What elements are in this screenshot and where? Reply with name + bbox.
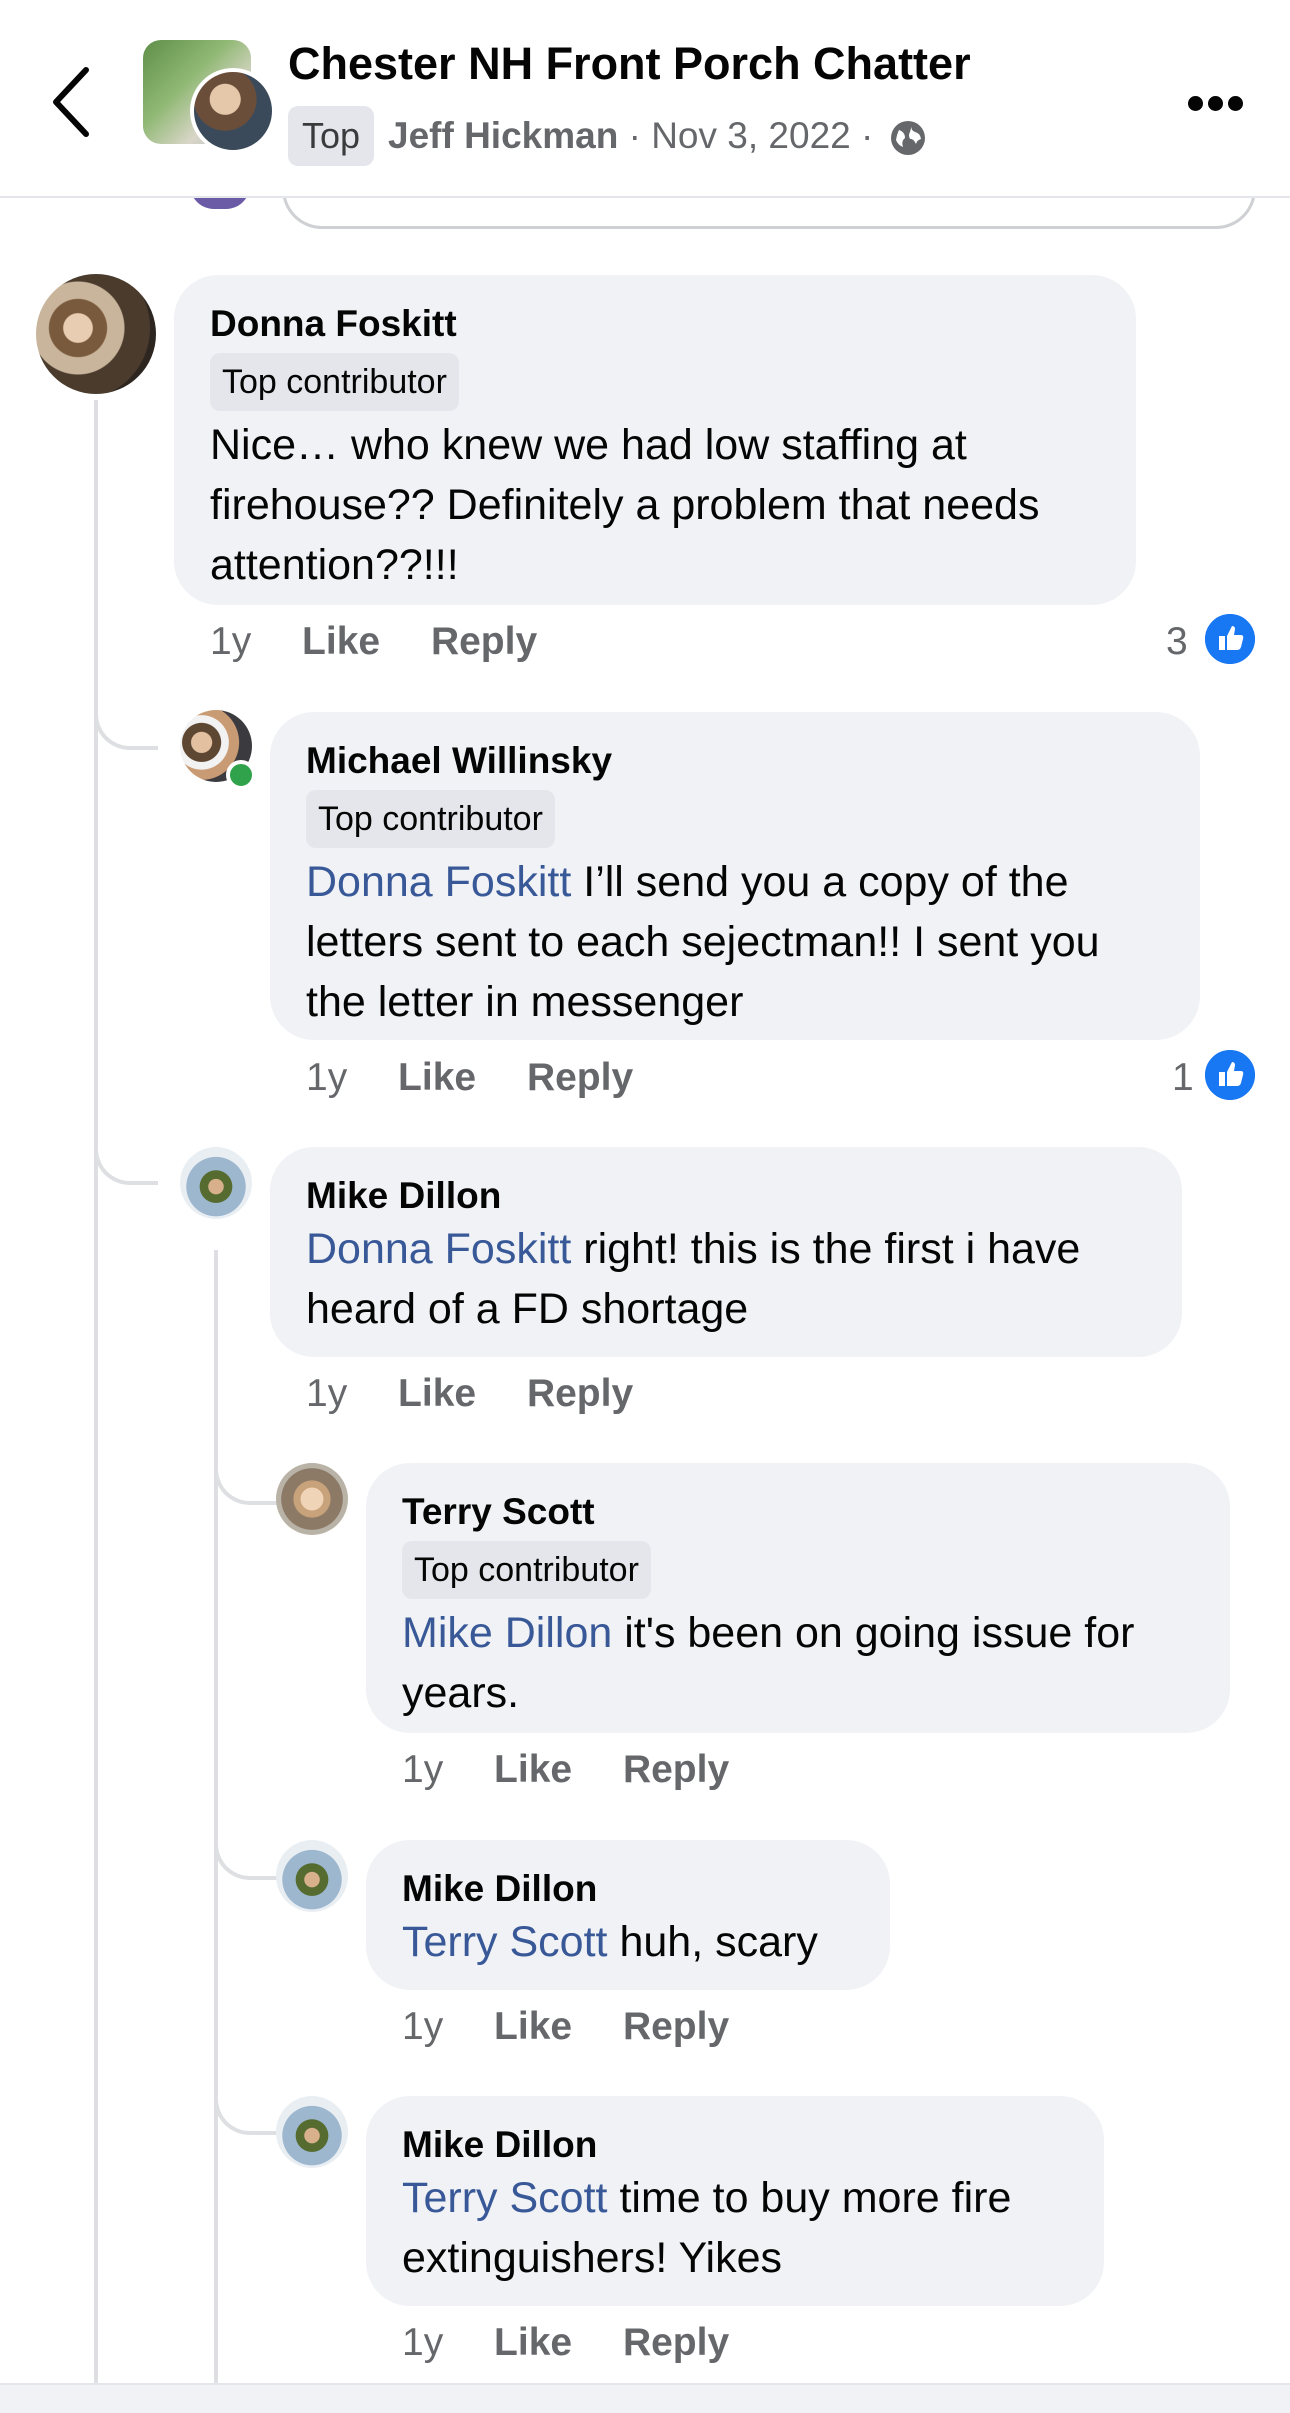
comment-bubble: Mike Dillon Donna Foskitt right! this is… [270,1147,1182,1357]
thread-connector [94,700,158,750]
author-name[interactable]: Jeff Hickman [388,115,618,156]
commenter-name[interactable]: Donna Foskitt [210,301,1100,347]
comment-time: 1y [402,2321,444,2364]
top-badge: Top [288,106,375,166]
comment-time: 1y [402,1748,444,1791]
like-reaction-icon[interactable] [1202,611,1258,667]
comment-bubble: Mike Dillon Terry Scott huh, scary [366,1840,890,1990]
comment-time: 1y [306,1372,348,1415]
reaction-count[interactable]: 1 [1172,1056,1194,1100]
avatar[interactable] [36,274,156,394]
comment-text: Terry Scott huh, scary [402,1918,818,1966]
commenter-name[interactable]: Mike Dillon [402,2122,1068,2168]
avatar[interactable] [180,1147,252,1219]
thread-connector [214,2085,280,2135]
comment-actions: 1y Like Reply [306,1372,673,1416]
reply-button[interactable]: Reply [527,1372,633,1415]
comment-actions: 1y Like Reply [306,1056,673,1100]
post-header: Chester NH Front Porch Chatter Top Jeff … [0,0,1290,198]
comment-actions: 1y Like Reply [210,620,577,664]
reply-button[interactable]: Reply [623,1748,729,1791]
comment-bubble: Donna Foskitt Top contributor Nice… who … [174,275,1136,605]
post-date: · Nov 3, 2022 · [628,115,874,156]
group-name[interactable]: Chester NH Front Porch Chatter [288,38,971,90]
comment-time: 1y [210,620,252,663]
comment-text: Nice… who knew we had low staffing at fi… [210,421,1040,589]
avatar[interactable] [276,1463,348,1535]
comment-time: 1y [306,1056,348,1099]
like-button[interactable]: Like [494,2321,572,2364]
thread-connector [214,1830,280,1880]
comment-actions: 1y Like Reply [402,2005,769,2049]
like-reaction-icon[interactable] [1202,1047,1258,1103]
reply-button[interactable]: Reply [623,2321,729,2364]
mention-link[interactable]: Donna Foskitt [306,1225,571,1273]
comment-actions: 1y Like Reply [402,2321,769,2365]
mention-link[interactable]: Terry Scott [402,1918,608,1966]
commenter-name[interactable]: Michael Willinsky [306,738,1164,784]
reply-button[interactable]: Reply [527,1056,633,1099]
like-button[interactable]: Like [494,2005,572,2048]
online-status-indicator [226,760,256,790]
top-contributor-badge: Top contributor [402,1541,651,1599]
author-avatar[interactable] [190,68,276,154]
comment-actions: 1y Like Reply [402,1748,769,1792]
back-arrow-icon[interactable] [48,64,98,140]
thread-line [94,400,98,2383]
top-contributor-badge: Top contributor [306,790,555,848]
comment-bubble: Terry Scott Top contributor Mike Dillon … [366,1463,1230,1733]
thread-connector [94,1135,158,1185]
mention-link[interactable]: Donna Foskitt [306,858,571,906]
post-meta: Jeff Hickman · Nov 3, 2022 · [388,108,926,164]
like-button[interactable]: Like [302,620,380,663]
like-button[interactable]: Like [398,1372,476,1415]
mention-link[interactable]: Terry Scott [402,2174,608,2222]
comment-text: Donna Foskitt I’ll send you a copy of th… [306,858,1100,1026]
mention-link[interactable]: Mike Dillon [402,1609,612,1657]
more-icon[interactable] [1188,96,1244,112]
thread-line [214,1250,218,2383]
avatar[interactable] [276,2096,348,2168]
commenter-name[interactable]: Mike Dillon [306,1173,1146,1219]
comment-bubble: Mike Dillon Terry Scott time to buy more… [366,2096,1104,2306]
globe-icon [890,121,925,156]
reaction-count[interactable]: 3 [1166,620,1188,664]
comment-text: Donna Foskitt right! this is the first i… [306,1225,1081,1333]
comment-text: Terry Scott time to buy more fire exting… [402,2174,1012,2282]
top-contributor-badge: Top contributor [210,353,459,411]
reply-button[interactable]: Reply [431,620,537,663]
avatar[interactable] [276,1840,348,1912]
like-button[interactable]: Like [398,1056,476,1099]
comment-composer-bar[interactable] [0,2383,1290,2413]
comment-time: 1y [402,2005,444,2048]
thread-connector [214,1455,280,1505]
reply-button[interactable]: Reply [623,2005,729,2048]
commenter-name[interactable]: Mike Dillon [402,1866,854,1912]
like-button[interactable]: Like [494,1748,572,1791]
commenter-name[interactable]: Terry Scott [402,1489,1194,1535]
comment-bubble: Michael Willinsky Top contributor Donna … [270,712,1200,1040]
comment-text: Mike Dillon it's been on going issue for… [402,1609,1135,1717]
